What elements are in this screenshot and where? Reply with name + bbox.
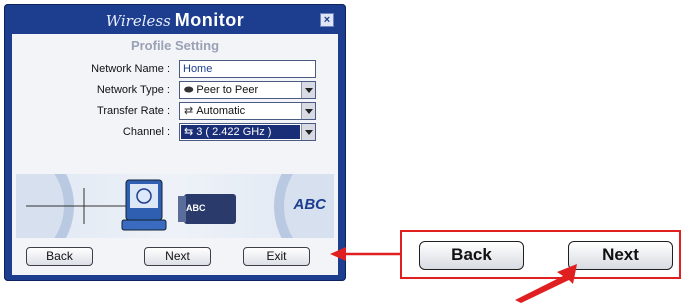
channel-value: 3 ( 2.422 GHz ) (196, 126, 272, 138)
network-name-row: Network Name : Home (12, 60, 338, 80)
screen-abc-text: ABC (186, 203, 206, 213)
chevron-down-icon[interactable] (301, 82, 315, 98)
network-type-value: Peer to Peer (196, 84, 259, 96)
network-name-input[interactable]: Home (179, 60, 316, 78)
transfer-rate-select[interactable]: ⇄ Automatic (179, 102, 316, 120)
close-icon[interactable]: × (320, 13, 334, 27)
panel-subtitle: Profile Setting (130, 38, 220, 53)
transfer-rate-row: Transfer Rate : ⇄ Automatic (12, 102, 338, 122)
chevron-down-icon[interactable] (301, 124, 315, 140)
transfer-rate-label: Transfer Rate : (97, 105, 170, 117)
channel-label: Channel : (122, 126, 170, 138)
network-type-row: Network Type : ⬬ Peer to Peer (12, 81, 338, 101)
channel-row: Channel : ⇆ 3 ( 2.422 GHz ) (12, 123, 338, 143)
title-bold: Monitor (174, 10, 245, 30)
connection-illustration: ABC ABC (16, 174, 334, 238)
channel-select[interactable]: ⇆ 3 ( 2.422 GHz ) (179, 123, 316, 141)
next-button[interactable]: Next (144, 247, 211, 266)
channel-icon: ⇆ (184, 126, 194, 138)
callout-arrow-icon (330, 247, 402, 261)
profile-setting-panel: Profile Setting Network Name : Home Netw… (12, 34, 338, 275)
title-bar: Wireless Monitor × (10, 6, 340, 34)
arrows-icon: ⇄ (184, 105, 194, 117)
abc-logo-text: ABC (293, 196, 327, 213)
wireless-monitor-window: Wireless Monitor × Profile Setting Networ… (4, 4, 346, 281)
peer-icon: ⬬ (184, 84, 194, 96)
pointer-arrow-icon (515, 264, 577, 303)
network-type-label: Network Type : (96, 84, 170, 96)
exit-button[interactable]: Exit (243, 247, 310, 266)
chevron-down-icon[interactable] (301, 103, 315, 119)
illustration-graphic (16, 174, 334, 238)
back-button[interactable]: Back (26, 247, 93, 266)
network-name-label: Network Name : (91, 63, 170, 75)
title-script: Wireless (105, 12, 171, 30)
transfer-rate-value: Automatic (196, 105, 246, 117)
network-type-select[interactable]: ⬬ Peer to Peer (179, 81, 316, 99)
